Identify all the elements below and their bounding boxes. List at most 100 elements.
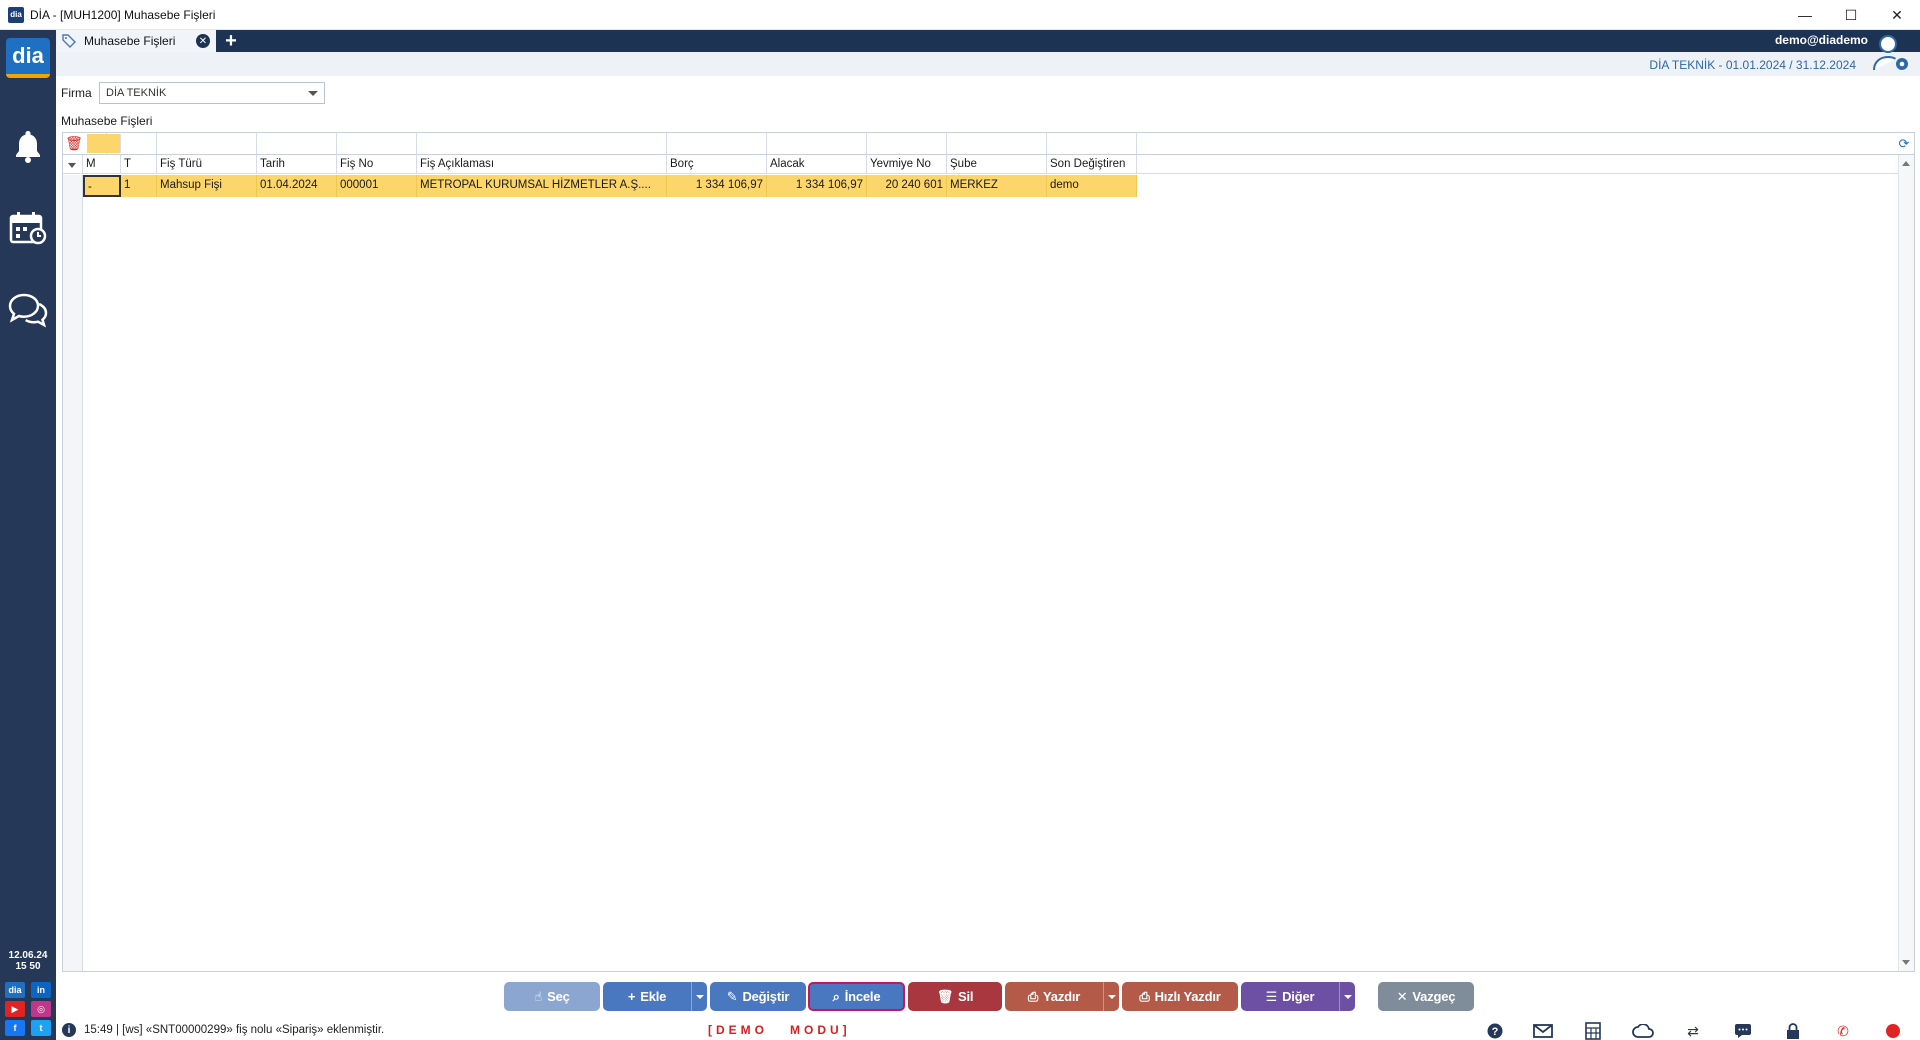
info-icon: i [62, 1023, 76, 1037]
list-icon: ☰ [1265, 988, 1278, 1004]
column-header[interactable]: Tarih [257, 155, 337, 174]
window-titlebar: dia DİA - [MUH1200] Muhasebe Fişleri — ☐… [0, 0, 1920, 30]
left-sidebar: dia 12.06.24 15 50 dia in ▶ ◎ f t [0, 30, 56, 1040]
cell-yevmiye-no[interactable]: 20 240 601 [867, 175, 947, 197]
status-message: 15:49 | [ws] «SNT00000299» fiş nolu «Sip… [84, 1024, 385, 1036]
tab-muhasebe-fisleri[interactable]: Muhasebe Fişleri ✕ [56, 30, 216, 52]
hizli-yazdir-button[interactable]: ⎙ Hızlı Yazdır [1122, 982, 1238, 1011]
grid-header-row: M T Fiş Türü Tarih Fiş No Fiş Açıklaması… [63, 155, 1914, 174]
cloud-icon[interactable] [1632, 1022, 1654, 1040]
sil-button-label: Sil [958, 989, 974, 1004]
incele-button-label: İncele [844, 989, 881, 1004]
cell-sube[interactable]: MERKEZ [947, 175, 1047, 197]
cell-fis-no[interactable]: 000001 [337, 175, 417, 197]
user-settings-icon[interactable] [1870, 32, 1914, 76]
yazdir-button[interactable]: ⎙ Yazdır [1005, 982, 1119, 1011]
cell-t[interactable]: 1 [121, 175, 157, 197]
chevron-down-icon [308, 91, 318, 96]
scroll-down-icon[interactable] [1902, 960, 1910, 965]
column-header[interactable]: Yevmiye No [867, 155, 947, 174]
bell-icon[interactable] [8, 126, 48, 166]
column-header[interactable]: Fiş Açıklaması [417, 155, 667, 174]
cell-aciklama[interactable]: METROPAL KURUMSAL HİZMETLER A.Ş.... [417, 175, 667, 197]
sidebar-time: 15 50 [15, 961, 41, 972]
help-icon[interactable]: ? [1484, 1022, 1506, 1040]
filter-cell-fis-no[interactable] [337, 133, 417, 154]
tab-label: Muhasebe Fişleri [84, 34, 176, 48]
scroll-up-icon[interactable] [1902, 161, 1910, 166]
column-header[interactable]: Son Değiştiren [1047, 155, 1137, 174]
yazdir-button-label: Yazdır [1043, 989, 1081, 1004]
ekle-dropdown-icon[interactable] [691, 982, 707, 1011]
currency-exchange-icon[interactable]: ⇄ [1682, 1022, 1704, 1040]
sec-button-label: Seç [547, 989, 570, 1004]
sec-button[interactable]: ☝ Seç [504, 982, 600, 1011]
tab-close-icon[interactable]: ✕ [196, 34, 210, 48]
column-menu-icon[interactable] [63, 155, 83, 174]
printer-icon: ⎙ [1027, 988, 1039, 1004]
mail-icon[interactable] [1532, 1022, 1554, 1040]
phone-icon[interactable]: ✆ [1832, 1022, 1854, 1040]
incele-button[interactable]: ⌕ İncele [808, 982, 905, 1011]
cell-fis-turu[interactable]: Mahsup Fişi [157, 175, 257, 197]
column-header[interactable]: Borç [667, 155, 767, 174]
firma-label: Firma [61, 86, 92, 100]
filter-cell-sube[interactable] [947, 133, 1047, 154]
plus-icon: + [627, 989, 636, 1004]
filter-cell-tarih[interactable] [257, 133, 337, 154]
sil-button[interactable]: 🗑 Sil [908, 982, 1002, 1011]
app-icon: dia [8, 6, 24, 23]
period-label[interactable]: DİA TEKNİK - 01.01.2024 / 31.12.2024 [1649, 58, 1856, 72]
filter-cell-fis-turu[interactable] [157, 133, 257, 154]
degistir-button[interactable]: ✎ Değiştir [710, 982, 806, 1011]
cell-son-degistiren[interactable]: demo [1047, 175, 1137, 197]
dia-logo[interactable]: dia [6, 38, 50, 78]
filter-cell-yevmiye[interactable] [867, 133, 947, 154]
refresh-icon[interactable]: ⟳ [1896, 136, 1912, 152]
tag-icon [62, 34, 76, 48]
add-tab-button[interactable]: + [220, 30, 242, 52]
filter-cell-son-degistiren[interactable] [1047, 133, 1137, 154]
lock-icon[interactable] [1782, 1022, 1804, 1040]
filter-cell-borc[interactable] [667, 133, 767, 154]
cell-tarih[interactable]: 01.04.2024 [257, 175, 337, 197]
yazdir-dropdown-icon[interactable] [1103, 982, 1119, 1011]
calendar-clock-icon[interactable] [8, 208, 48, 248]
filter-cell-m[interactable] [87, 134, 121, 153]
cell-m[interactable]: - [83, 175, 121, 197]
trash-icon: 🗑 [936, 988, 954, 1004]
tab-strip: Muhasebe Fişleri ✕ + demo@diademo [56, 30, 1920, 52]
vazgec-button[interactable]: ✕ Vazgeç [1378, 982, 1474, 1011]
chat-bubbles-icon[interactable] [8, 290, 48, 330]
clear-filter-trash-icon[interactable]: 🗑 [65, 135, 83, 152]
diger-dropdown-icon[interactable] [1339, 982, 1355, 1011]
column-header[interactable]: Şube [947, 155, 1047, 174]
minimize-button[interactable]: — [1782, 0, 1828, 30]
fis-grid: 🗑 ⟳ M T Fiş Türü Tarih Fiş No Fiş Açıkla… [62, 132, 1915, 972]
facebook-icon[interactable]: f [5, 1020, 25, 1036]
record-status-icon[interactable] [1882, 1022, 1904, 1040]
user-name[interactable]: demo@diademo [1775, 33, 1868, 47]
column-header[interactable]: Fiş Türü [157, 155, 257, 174]
cell-borc[interactable]: 1 334 106,97 [667, 175, 767, 197]
filter-cell-alacak[interactable] [767, 133, 867, 154]
close-icon: ✕ [1396, 988, 1408, 1004]
cell-alacak[interactable]: 1 334 106,97 [767, 175, 867, 197]
filter-cell-aciklama[interactable] [417, 133, 667, 154]
message-icon[interactable] [1732, 1022, 1754, 1040]
maximize-button[interactable]: ☐ [1828, 0, 1874, 30]
hizli-yazdir-button-label: Hızlı Yazdır [1154, 989, 1221, 1004]
column-header[interactable]: M [83, 155, 121, 174]
firma-select[interactable]: DİA TEKNİK [99, 82, 325, 104]
column-header[interactable]: T [121, 155, 157, 174]
column-header[interactable]: Fiş No [337, 155, 417, 174]
twitter-icon[interactable]: t [31, 1020, 51, 1036]
filter-cell-t[interactable] [121, 133, 157, 154]
calculator-icon[interactable] [1582, 1022, 1604, 1040]
close-button[interactable]: ✕ [1874, 0, 1920, 30]
column-header[interactable]: Alacak [767, 155, 867, 174]
ekle-button[interactable]: + Ekle [603, 982, 707, 1011]
vazgec-button-label: Vazgeç [1412, 989, 1456, 1004]
vertical-scrollbar[interactable] [1898, 155, 1914, 971]
diger-button[interactable]: ☰ Diğer [1241, 982, 1355, 1011]
